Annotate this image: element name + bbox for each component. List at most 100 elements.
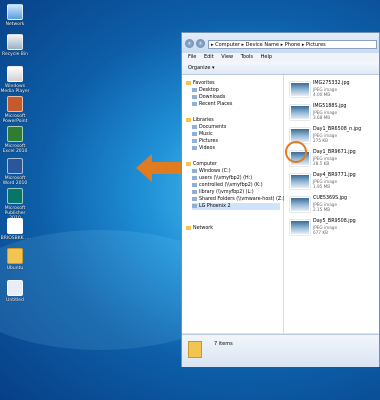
menu-tools[interactable]: Tools — [241, 54, 253, 60]
nav-music[interactable]: Music — [192, 131, 213, 138]
nav-computer[interactable]: Computer — [186, 161, 217, 168]
desktop-icon-label: Windows Media Player — [0, 84, 30, 94]
nav-drive-h[interactable]: users (\\vmyfbp2) (H:) — [192, 175, 252, 182]
file-item[interactable]: IMG275332.jpg JPEG image 4.00 MB — [288, 79, 378, 99]
nav-label: Music — [199, 132, 213, 137]
menu-edit[interactable]: Edit — [204, 54, 214, 60]
desktop-icon-word[interactable]: Microsoft Word 2010 — [0, 158, 30, 186]
nav-label: Documents — [199, 125, 227, 130]
nav-libraries[interactable]: Libraries — [186, 117, 214, 124]
pictures-icon — [192, 138, 197, 143]
desktop-icon-label: Untitled — [6, 298, 24, 303]
network-drive-icon — [192, 182, 197, 187]
forward-button[interactable]: › — [196, 39, 205, 48]
nav-favorites[interactable]: Favorites — [186, 80, 215, 87]
nav-drive-c[interactable]: Windows (C:) — [192, 168, 231, 175]
nav-label: controlled (\\vmyfbp2) (K:) — [199, 183, 263, 188]
nav-downloads[interactable]: Downloads — [192, 94, 225, 101]
desktop-icon-publisher[interactable]: Microsoft Publisher 2010 — [0, 188, 30, 221]
desktop-icon-label: Microsoft Word 2010 — [2, 176, 28, 186]
desktop-icon-recycle-bin[interactable]: Recycle Bin — [0, 34, 30, 57]
nav-label: Downloads — [199, 95, 226, 100]
nav-label: Computer — [193, 162, 217, 167]
nav-label: Network — [193, 226, 214, 231]
publisher-icon — [7, 188, 23, 204]
nav-label: Pictures — [199, 139, 218, 144]
back-button[interactable]: ‹ — [185, 39, 194, 48]
documents-icon — [192, 124, 197, 129]
nav-documents[interactable]: Documents — [192, 124, 226, 131]
command-bar: Organize ▾ — [182, 62, 379, 75]
nav-recent-places[interactable]: Recent Places — [192, 101, 232, 108]
libraries-icon — [186, 117, 191, 122]
file-item[interactable]: CUE5369S.jpg JPEG image 2.15 MB — [288, 194, 378, 214]
highlight-circle — [285, 141, 307, 163]
nav-drive-z[interactable]: Shared Folders (\\vmware-host) (Z:) — [192, 196, 285, 203]
file-name: CUE5369S.jpg — [313, 196, 348, 201]
breadcrumb[interactable]: ▸ Computer ▸ Device Name ▸ Phone ▸ Pictu… — [208, 40, 377, 49]
explorer-window: ‹ › ▸ Computer ▸ Device Name ▸ Phone ▸ P… — [181, 32, 380, 367]
videos-icon — [192, 145, 197, 150]
nav-network[interactable]: Network — [186, 225, 213, 232]
network-icon — [186, 225, 191, 230]
nav-desktop[interactable]: Desktop — [192, 87, 219, 94]
image-thumbnail — [290, 105, 310, 120]
media-player-icon — [7, 66, 23, 82]
nav-label: Favorites — [193, 81, 215, 86]
file-item[interactable]: IMG5188S.jpg JPEG image 3.68 MB — [288, 102, 378, 122]
desktop-icon-folder[interactable]: Ubuntu — [0, 248, 30, 271]
desktop-icon-text-file[interactable]: BRIOSBKK ... — [0, 218, 30, 241]
nav-label: Videos — [199, 146, 215, 151]
menu-file[interactable]: File — [188, 54, 196, 60]
nav-label: Desktop — [199, 88, 219, 93]
powerpoint-icon — [7, 96, 23, 112]
computer-icon — [186, 161, 191, 166]
excel-icon — [7, 126, 23, 142]
phone-icon — [192, 203, 197, 208]
file-name: Day5_BR9508.jpg — [313, 219, 356, 224]
file-size: 28.5 KB — [313, 161, 330, 166]
file-name: IMG275332.jpg — [313, 81, 350, 86]
menu-help[interactable]: Help — [261, 54, 272, 60]
item-count: 7 items — [214, 341, 233, 347]
address-bar-area: ‹ › ▸ Computer ▸ Device Name ▸ Phone ▸ P… — [182, 33, 379, 53]
desktop-icon-label: BRIOSBKK ... — [0, 236, 30, 241]
desktop-icon-media-player[interactable]: Windows Media Player — [0, 66, 30, 94]
desktop-icon-excel[interactable]: Microsoft Excel 2010 — [0, 126, 30, 154]
file-list: IMG275332.jpg JPEG image 4.00 MB IMG5188… — [284, 75, 379, 333]
file-item[interactable]: Day4_BR9771.jpg JPEG image 1.95 MB — [288, 171, 378, 191]
music-icon — [192, 131, 197, 136]
star-icon — [186, 80, 191, 85]
recent-places-icon — [192, 101, 197, 106]
desktop-icon-document[interactable]: Untitled — [0, 280, 30, 303]
left-arrow-icon — [136, 154, 184, 182]
file-name: Day1_BR9671.jpg — [313, 150, 356, 155]
nav-pictures[interactable]: Pictures — [192, 138, 218, 145]
network-drive-icon — [192, 196, 197, 201]
details-pane: 7 items — [182, 334, 379, 367]
desktop-icon-powerpoint[interactable]: Microsoft PowerPoint ... — [0, 96, 30, 129]
folder-icon — [188, 341, 202, 358]
nav-drive-l[interactable]: library (\\vmyfbp2) (L:) — [192, 189, 254, 196]
file-size: 677 KB — [313, 230, 328, 235]
file-item[interactable]: Day5_BR9508.jpg JPEG image 677 KB — [288, 217, 378, 237]
word-icon — [7, 158, 23, 174]
nav-label: users (\\vmyfbp2) (H:) — [199, 176, 253, 181]
folder-icon — [7, 248, 23, 264]
nav-drive-k[interactable]: controlled (\\vmyfbp2) (K:) — [192, 182, 263, 189]
network-drive-icon — [192, 175, 197, 180]
menu-view[interactable]: View — [221, 54, 233, 60]
nav-videos[interactable]: Videos — [192, 145, 215, 152]
file-size: 1.95 MB — [313, 184, 331, 189]
document-icon — [7, 280, 23, 296]
file-name: IMG5188S.jpg — [313, 104, 347, 109]
image-thumbnail — [290, 174, 310, 189]
nav-phone-device[interactable]: LG Phoenix 2 — [192, 203, 280, 210]
desktop-icon-label: Recycle Bin — [2, 52, 28, 57]
desktop-icon — [192, 87, 197, 92]
desktop-icon-network[interactable]: Network — [0, 4, 30, 27]
nav-label: library (\\vmyfbp2) (L:) — [199, 190, 254, 195]
nav-label: Libraries — [193, 118, 214, 123]
organize-button[interactable]: Organize ▾ — [188, 65, 215, 71]
text-file-icon — [7, 218, 23, 234]
